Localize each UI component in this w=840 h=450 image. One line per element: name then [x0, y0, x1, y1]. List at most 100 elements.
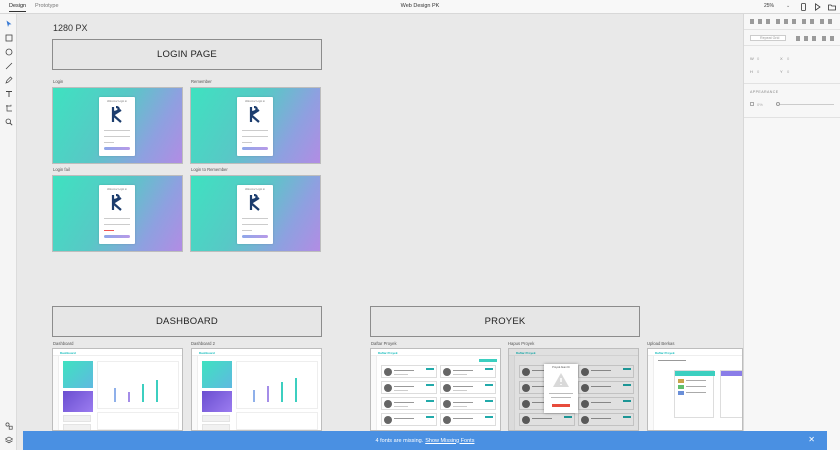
size-label: 1280 PX: [53, 23, 88, 33]
artboard-login-to-remember[interactable]: Welcome! Login to: [190, 175, 321, 252]
artboard-label-daftar-proyek[interactable]: Daftar Proyek: [371, 341, 397, 346]
y-value[interactable]: 0: [787, 69, 789, 74]
login-button: [104, 235, 130, 238]
logo-icon: [111, 194, 122, 211]
design-canvas[interactable]: 1280 PX LOGIN PAGE Login Remember Login …: [17, 14, 743, 450]
appearance-heading: APPEARANCE: [750, 90, 779, 94]
upload-panel: [674, 370, 715, 418]
artboard-label-login-fail[interactable]: Login fail: [53, 167, 70, 172]
align-right-icon[interactable]: [766, 19, 770, 24]
layers-icon[interactable]: [5, 436, 13, 444]
align-middle-icon[interactable]: [784, 19, 788, 24]
line-icon[interactable]: [5, 62, 13, 70]
section-proyek[interactable]: PROYEK: [370, 306, 640, 337]
artboard-hapus-proyek[interactable]: Daftar Proyek Proyek Akan Di: [508, 348, 639, 431]
delete-modal: Proyek Akan Di: [544, 364, 578, 413]
login-card-title: Welcome! Login to: [107, 100, 127, 103]
artboard-dashboard[interactable]: Dashboard: [52, 348, 183, 431]
artboard-upload-berkas[interactable]: Daftar Proyek: [647, 348, 743, 431]
boolean-add-icon[interactable]: [796, 36, 800, 41]
opacity-value[interactable]: 0%: [757, 102, 763, 107]
artboard-label-dashboard[interactable]: Dashboard: [53, 341, 74, 346]
boolean-subtract-icon[interactable]: [804, 36, 808, 41]
artboard-label-hapus-proyek[interactable]: Hapus Proyek: [508, 341, 534, 346]
chart-panel: [236, 361, 318, 409]
login-card: Welcome! Login to: [237, 185, 273, 244]
table-panel: [236, 412, 318, 430]
boolean-intersect-icon[interactable]: [812, 36, 816, 41]
zoom-icon[interactable]: [5, 118, 13, 126]
artboard-daftar-proyek[interactable]: Daftar Proyek: [370, 348, 501, 431]
logo-icon: [111, 106, 122, 123]
chart-panel: [97, 361, 179, 409]
assets-icon[interactable]: [5, 422, 13, 430]
artboard-label-upload-berkas[interactable]: Upload Berkas: [647, 341, 674, 346]
component-section: Repeat Grid: [744, 30, 840, 46]
logo-icon: [249, 194, 260, 211]
section-dashboard[interactable]: DASHBOARD: [52, 306, 322, 337]
artboard-login[interactable]: Welcome! Login to: [52, 87, 183, 164]
document-title: Web Design PK: [400, 3, 440, 9]
calendar-widget: [202, 361, 232, 388]
tool-bar: [0, 14, 17, 450]
app-brand: Dashboard: [199, 350, 215, 355]
align-bottom-icon[interactable]: [792, 19, 796, 24]
caret-down-icon[interactable]: ⌄: [786, 3, 790, 9]
ellipse-icon[interactable]: [5, 48, 13, 56]
login-button: [104, 147, 130, 150]
artboard-label-login-to-remember[interactable]: Login to Remember: [191, 167, 228, 172]
h-value[interactable]: 0: [757, 69, 759, 74]
transform-section: W 0 X 0 H 0 Y 0: [744, 46, 840, 84]
artboard-login-fail[interactable]: Welcome! Login to: [52, 175, 183, 252]
add-project-button: [479, 359, 497, 362]
distribute-icon[interactable]: [828, 19, 832, 24]
warning-icon: [553, 373, 569, 387]
y-label: Y: [780, 69, 783, 74]
align-left-icon[interactable]: [750, 19, 754, 24]
pen-icon[interactable]: [5, 76, 13, 84]
w-value[interactable]: 0: [757, 56, 759, 61]
section-login-page[interactable]: LOGIN PAGE: [52, 39, 322, 70]
distribute-h-icon[interactable]: [802, 19, 806, 24]
mobile-preview-icon[interactable]: [800, 3, 807, 11]
table-panel: [97, 412, 179, 430]
select-icon[interactable]: [5, 20, 13, 28]
close-icon[interactable]: ✕: [808, 435, 815, 444]
repeat-grid-button[interactable]: Repeat Grid: [750, 35, 786, 41]
distribute-spacing-icon[interactable]: [820, 19, 824, 24]
align-top-icon[interactable]: [776, 19, 780, 24]
appearance-section: APPEARANCE 0%: [744, 84, 840, 118]
artboard-remember[interactable]: Welcome! Login to: [190, 87, 321, 164]
text-icon[interactable]: [5, 90, 13, 98]
login-button: [242, 147, 268, 150]
play-icon[interactable]: [814, 3, 821, 11]
login-card-title: Welcome! Login to: [245, 188, 265, 191]
login-card: Welcome! Login to: [99, 97, 135, 156]
app-brand: Daftar Proyek: [378, 350, 398, 355]
modal-title: Proyek Akan Di: [552, 366, 570, 369]
symbol-icon[interactable]: [830, 36, 834, 41]
missing-fonts-banner: 4 fonts are missing. Show Missing Fonts …: [23, 431, 827, 450]
artboard-dashboard-2[interactable]: Dashboard: [191, 348, 322, 431]
login-card: Welcome! Login to: [99, 185, 135, 244]
show-missing-fonts-link[interactable]: Show Missing Fonts: [425, 438, 474, 444]
align-tools: [744, 14, 840, 30]
rectangle-icon[interactable]: [5, 34, 13, 42]
artboard-label-login[interactable]: Login: [53, 79, 63, 84]
login-card: Welcome! Login to: [237, 97, 273, 156]
artboard-label-remember[interactable]: Remember: [191, 79, 212, 84]
property-inspector: Repeat Grid W 0 X 0 H 0 Y 0 APPEARANCE 0…: [743, 14, 840, 450]
summary-widget: [63, 391, 93, 412]
boolean-exclude-icon[interactable]: [822, 36, 826, 41]
align-center-icon[interactable]: [758, 19, 762, 24]
artboard-icon[interactable]: [5, 104, 13, 112]
x-value[interactable]: 0: [787, 56, 789, 61]
login-button: [242, 235, 268, 238]
artboard-label-dashboard-2[interactable]: Dashboard 2: [191, 341, 215, 346]
opacity-slider[interactable]: [776, 104, 834, 105]
distribute-v-icon[interactable]: [810, 19, 814, 24]
share-icon[interactable]: [828, 3, 836, 11]
h-label: H: [750, 69, 753, 74]
zoom-level[interactable]: 25%: [764, 3, 774, 9]
opacity-slider-handle[interactable]: [776, 102, 780, 106]
